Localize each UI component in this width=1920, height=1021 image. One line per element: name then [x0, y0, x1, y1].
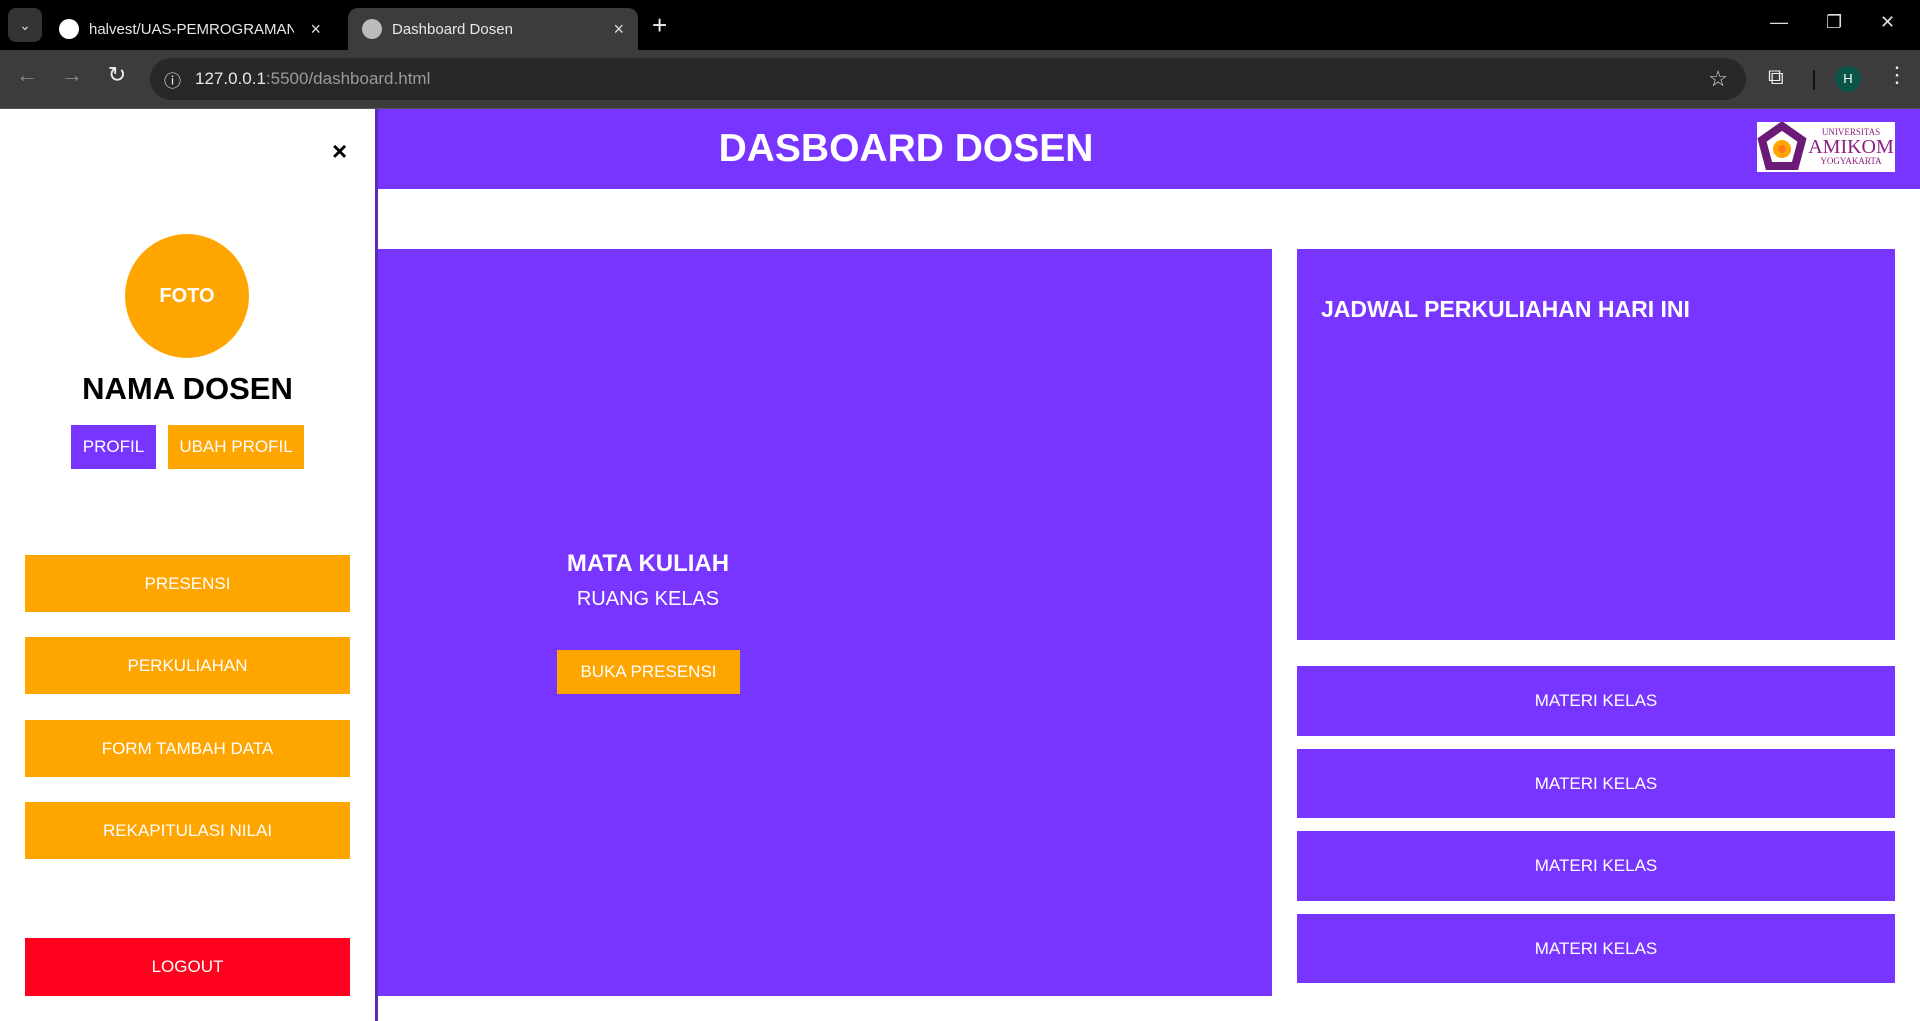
logo-line2: AMIKOM [1808, 136, 1894, 158]
menu-rekapitulasi-nilai[interactable]: REKAPITULASI NILAI [25, 802, 350, 859]
schedule-title: JADWAL PERKULIAHAN HARI INI [1321, 296, 1690, 322]
github-icon [59, 19, 79, 39]
close-tab-icon[interactable]: × [310, 19, 321, 40]
toolbar-divider [1813, 70, 1815, 90]
logout-button[interactable]: LOGOUT [25, 938, 350, 996]
amikom-logo: UNIVERSITAS AMIKOM YOGYAKARTA [1757, 122, 1895, 172]
materi-kelas-button[interactable]: MATERI KELAS [1297, 666, 1895, 736]
profile-button[interactable]: PROFIL [71, 425, 156, 469]
course-title: MATA KULIAH [566, 550, 730, 577]
materi-kelas-button[interactable]: MATERI KELAS [1297, 831, 1895, 901]
course-room: RUANG KELAS [576, 588, 720, 610]
open-attendance-button[interactable]: BUKA PRESENSI [557, 650, 740, 694]
close-sidebar-button[interactable]: × [332, 136, 347, 167]
tab-dashboard[interactable]: Dashboard Dosen × [348, 8, 638, 50]
extensions-icon[interactable]: ⧉ [1768, 64, 1784, 90]
globe-icon [362, 19, 382, 39]
header-bar: DASBOARD DOSEN UNIVERSITAS AMIKOM YOGYAK… [378, 109, 1920, 189]
reload-icon[interactable]: ↻ [102, 62, 132, 88]
back-icon[interactable]: ← [12, 62, 42, 88]
page-title: DASBOARD DOSEN [718, 127, 1094, 170]
address-bar[interactable]: ⓘ 127.0.0.1:5500/dashboard.html ☆ [150, 58, 1746, 100]
minimize-icon[interactable]: — [1770, 12, 1788, 33]
logo-line3: YOGYAKARTA [1820, 156, 1882, 166]
schedule-card: JADWAL PERKULIAHAN HARI INI [1297, 249, 1895, 640]
menu-kebab-icon[interactable]: ⋮ [1886, 62, 1908, 88]
edit-profile-button[interactable]: UBAH PROFIL [168, 425, 304, 469]
profile-avatar[interactable]: H [1835, 66, 1861, 92]
tab-title: Dashboard Dosen [392, 20, 513, 38]
forward-icon[interactable]: → [57, 62, 87, 88]
browser-tab-bar: ⌄ halvest/UAS-PEMROGRAMAN-W × Dashboard … [0, 0, 1920, 50]
tab-title: halvest/UAS-PEMROGRAMAN-W [89, 20, 294, 38]
materi-kelas-button[interactable]: MATERI KELAS [1297, 749, 1895, 818]
tab-search-button[interactable]: ⌄ [8, 8, 42, 42]
menu-presensi[interactable]: PRESENSI [25, 555, 350, 612]
menu-form-tambah-data[interactable]: FORM TAMBAH DATA [25, 720, 350, 777]
menu-perkuliahan[interactable]: PERKULIAHAN [25, 637, 350, 694]
browser-toolbar: ← → ↻ ⓘ 127.0.0.1:5500/dashboard.html ☆ … [0, 50, 1920, 109]
photo-avatar: FOTO [125, 234, 249, 358]
course-card: MATA KULIAH RUANG KELAS BUKA PRESENSI [378, 249, 1272, 996]
close-tab-icon[interactable]: × [613, 19, 624, 40]
url-text: 127.0.0.1:5500/dashboard.html [195, 69, 431, 88]
restore-icon[interactable]: ❐ [1826, 12, 1842, 33]
tab-github[interactable]: halvest/UAS-PEMROGRAMAN-W × [45, 8, 335, 50]
materi-kelas-button[interactable]: MATERI KELAS [1297, 914, 1895, 983]
site-info-icon[interactable]: ⓘ [164, 67, 181, 92]
new-tab-button[interactable]: + [652, 10, 667, 41]
bookmark-star-icon[interactable]: ☆ [1708, 66, 1728, 92]
lecturer-name: NAMA DOSEN [82, 371, 293, 406]
close-window-icon[interactable]: ✕ [1880, 12, 1895, 33]
amikom-emblem-icon [1757, 122, 1807, 170]
sidebar: × FOTO NAMA DOSEN PROFIL UBAH PROFIL PRE… [0, 109, 375, 1021]
